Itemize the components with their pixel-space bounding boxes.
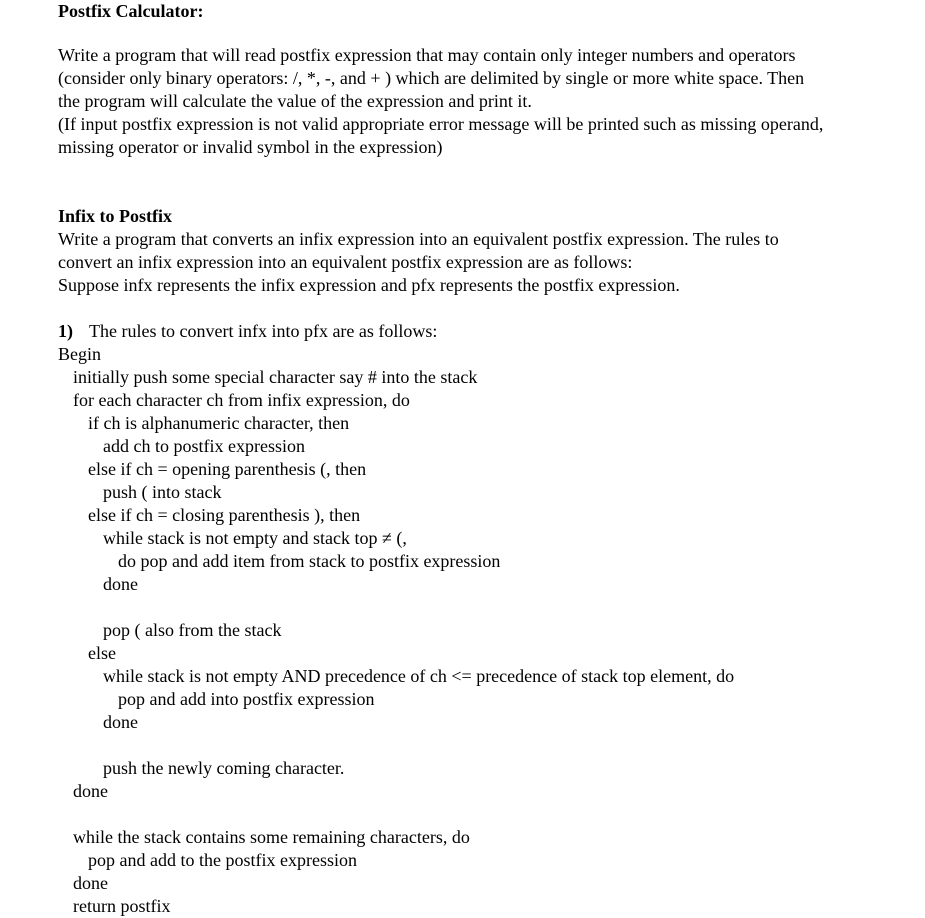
paragraph-line: missing operator or invalid symbol in th…	[58, 137, 443, 157]
algorithm-line: do pop and add item from stack to postfi…	[118, 551, 501, 571]
algorithm-line: else	[88, 643, 116, 663]
algorithm-line: while stack is not empty and stack top ≠…	[103, 528, 407, 548]
section-title-postfix-calculator: Postfix Calculator:	[58, 1, 204, 21]
algorithm-line: done	[73, 873, 108, 893]
algorithm-line: while stack is not empty AND precedence …	[103, 666, 735, 686]
algorithm-line: pop and add into postfix expression	[118, 689, 375, 709]
algorithm-line: else if ch = opening parenthesis (, then	[88, 459, 367, 479]
algorithm-line: Begin	[58, 344, 101, 364]
section-title-infix-to-postfix: Infix to Postfix	[58, 206, 172, 226]
rules-heading: The rules to convert infx into pfx are a…	[89, 321, 438, 341]
algorithm-line: done	[103, 712, 138, 732]
paragraph-line: Write a program that converts an infix e…	[58, 229, 779, 249]
algorithm-line: push the newly coming character.	[103, 758, 345, 778]
paragraph-line: Write a program that will read postfix e…	[58, 45, 796, 65]
paragraph-line: (If input postfix expression is not vali…	[58, 114, 824, 134]
algorithm-line: while the stack contains some remaining …	[73, 827, 470, 847]
algorithm-line: for each character ch from infix express…	[73, 390, 410, 410]
algorithm-line: pop and add to the postfix expression	[88, 850, 357, 870]
paragraph-line: Suppose infx represents the infix expres…	[58, 275, 680, 295]
algorithm-line: push ( into stack	[103, 482, 222, 502]
paragraph-line: (consider only binary operators: /, *, -…	[58, 68, 805, 88]
algorithm-line: add ch to postfix expression	[103, 436, 305, 456]
paragraph-line: the program will calculate the value of …	[58, 91, 532, 111]
rules-number: 1)	[58, 321, 73, 341]
algorithm-line: initially push some special character sa…	[73, 367, 478, 387]
paragraph-line: convert an infix expression into an equi…	[58, 252, 633, 272]
algorithm-line: done	[73, 781, 108, 801]
algorithm-line: return postfix	[73, 896, 171, 916]
algorithm-line: if ch is alphanumeric character, then	[88, 413, 350, 433]
algorithm-line: pop ( also from the stack	[103, 620, 282, 640]
algorithm-line: else if ch = closing parenthesis ), then	[88, 505, 361, 525]
algorithm-line: done	[103, 574, 138, 594]
